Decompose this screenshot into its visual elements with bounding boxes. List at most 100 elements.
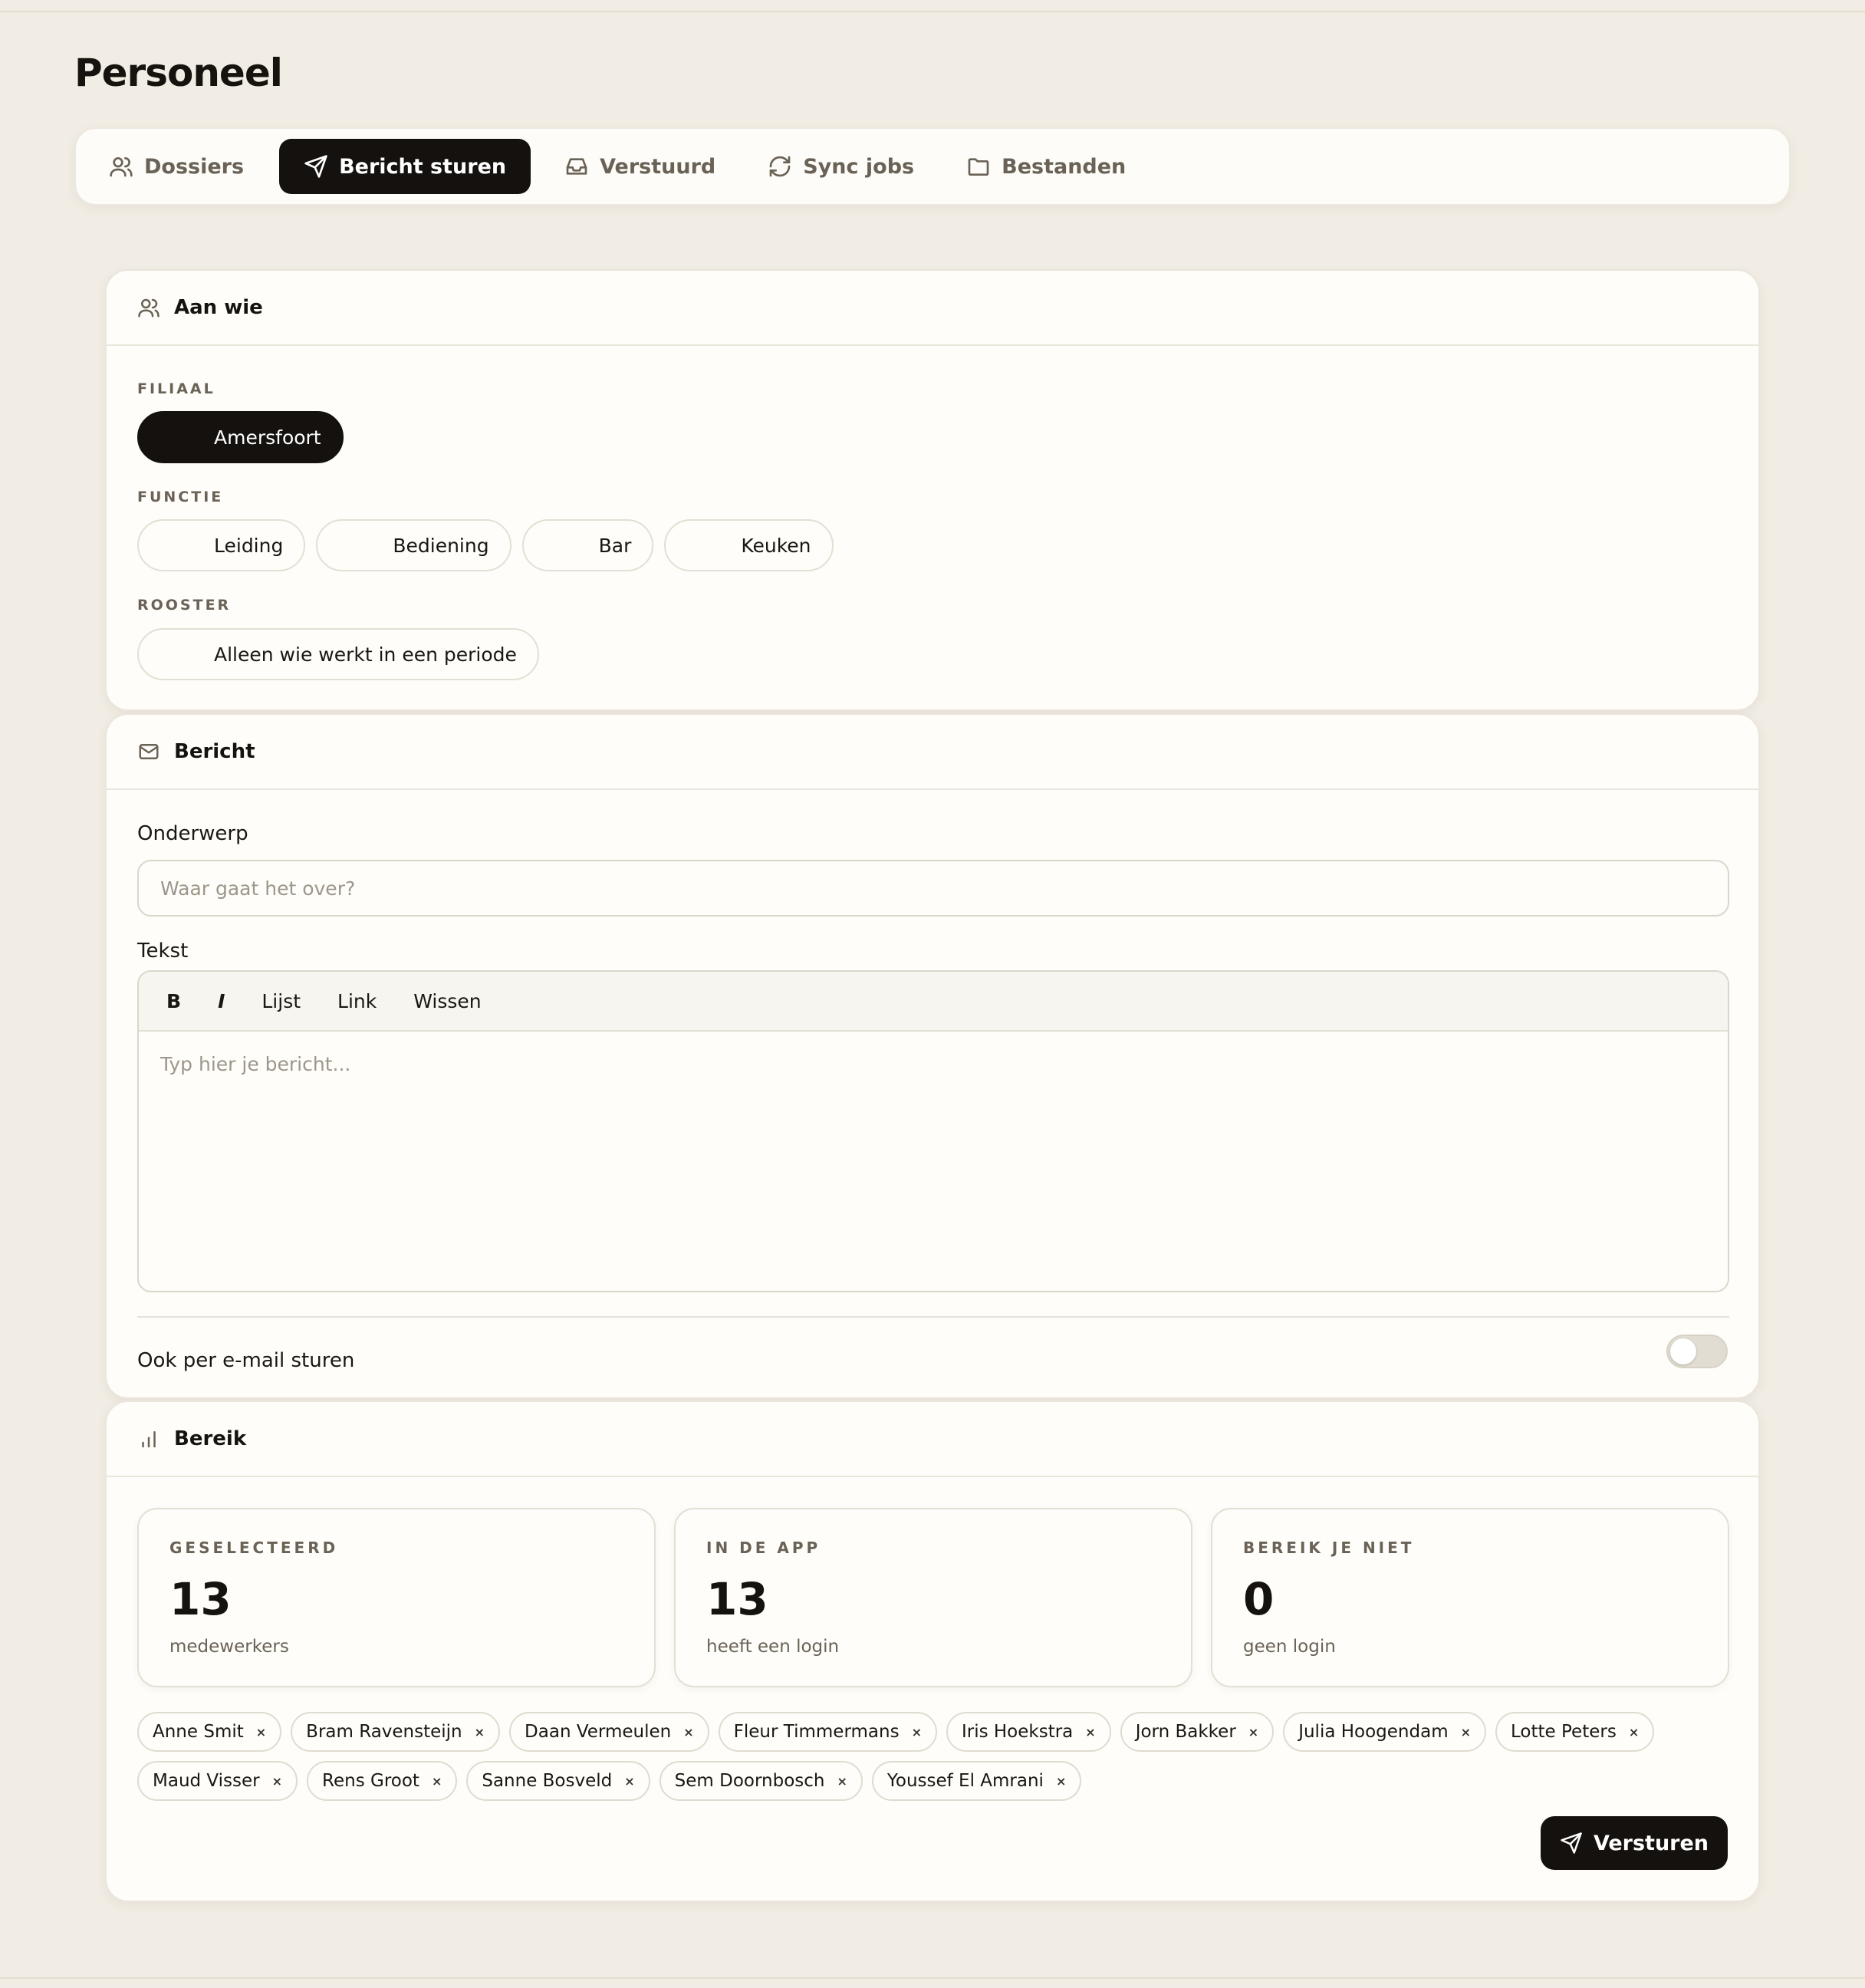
subject-label: Onderwerp xyxy=(137,822,248,845)
tab-label: Dossiers xyxy=(144,154,245,179)
stat-sub: heeft een login xyxy=(706,1637,840,1657)
tab-label: Bericht sturen xyxy=(339,154,507,179)
remove-icon[interactable]: × xyxy=(1085,1725,1095,1740)
subject-input[interactable] xyxy=(137,860,1729,917)
remove-icon[interactable]: × xyxy=(912,1725,922,1740)
send-button[interactable]: Versturen xyxy=(1541,1816,1728,1870)
tag-name: Rens Groot xyxy=(322,1771,419,1791)
stat-value: 13 xyxy=(169,1573,232,1625)
recipient-tag: Bram Ravensteijn × xyxy=(291,1712,501,1752)
send-icon xyxy=(1561,1832,1582,1854)
stat-label: GESELECTEERD xyxy=(169,1539,339,1557)
tag-name: Lotte Peters xyxy=(1511,1722,1617,1742)
stat-sub: geen login xyxy=(1243,1637,1336,1657)
stat-selected: GESELECTEERD 13 medewerkers xyxy=(137,1508,656,1687)
remove-icon[interactable]: × xyxy=(475,1725,485,1740)
tag-name: Iris Hoekstra xyxy=(961,1722,1074,1742)
tag-name: Bram Ravensteijn xyxy=(306,1722,462,1742)
recipient-tag: Julia Hoogendam × xyxy=(1283,1712,1487,1752)
remove-icon[interactable]: × xyxy=(1629,1725,1639,1740)
reach-card: Bereik GESELECTEERD 13 medewerkers IN DE… xyxy=(105,1400,1760,1902)
chip-bar[interactable]: Bar xyxy=(521,519,654,571)
recipient-tag: Jorn Bakker × xyxy=(1120,1712,1275,1752)
recipient-tags: Anne Smit × Bram Ravensteijn × Daan Vermeu… xyxy=(137,1712,1740,1801)
bar-chart-icon xyxy=(142,1431,156,1448)
tag-name: Youssef El Amrani xyxy=(886,1771,1044,1791)
text-label: Tekst xyxy=(137,940,189,963)
message-card-header: Bericht xyxy=(107,715,1758,790)
tab-label: Sync jobs xyxy=(803,154,915,179)
remove-icon[interactable]: × xyxy=(1248,1725,1258,1740)
users-icon xyxy=(138,298,160,318)
schedule-chips: Alleen wie werkt in een periode xyxy=(137,628,539,680)
role-label: FUNCTIE xyxy=(137,489,224,505)
remove-icon[interactable]: × xyxy=(1461,1725,1471,1740)
list-button[interactable]: Lijst xyxy=(261,990,301,1012)
email-toggle[interactable] xyxy=(1666,1335,1728,1368)
remove-icon[interactable]: × xyxy=(1056,1774,1066,1789)
card-title: Aan wie xyxy=(174,296,263,319)
stat-label: IN DE APP xyxy=(706,1539,821,1557)
recipients-card-header: Aan wie xyxy=(107,271,1758,346)
inbox-icon xyxy=(566,158,587,175)
top-border xyxy=(0,11,1865,12)
recipient-tag: Iris Hoekstra × xyxy=(946,1712,1111,1752)
chip-amersfoort[interactable]: Amersfoort xyxy=(137,411,344,463)
recipient-tag: Lotte Peters × xyxy=(1495,1712,1655,1752)
email-toggle-label: Ook per e-mail sturen xyxy=(137,1349,355,1372)
tag-name: Jorn Bakker xyxy=(1135,1722,1236,1742)
recipients-card: Aan wie FILIAAL Amersfoort FUNCTIE Leidi… xyxy=(105,269,1760,711)
remove-icon[interactable]: × xyxy=(256,1725,266,1740)
italic-button[interactable]: I xyxy=(218,990,225,1012)
send-label: Versturen xyxy=(1593,1831,1709,1855)
clear-button[interactable]: Wissen xyxy=(413,990,481,1012)
bold-button[interactable]: B xyxy=(166,990,181,1012)
users-icon xyxy=(110,157,133,177)
tab-bericht-sturen[interactable]: Bericht sturen xyxy=(279,139,531,194)
stat-in-app: IN DE APP 13 heeft een login xyxy=(674,1508,1192,1687)
stat-sub: medewerkers xyxy=(169,1637,289,1657)
reach-card-header: Bereik xyxy=(107,1402,1758,1477)
schedule-label: ROOSTER xyxy=(137,597,232,614)
tag-name: Sem Doornbosch xyxy=(674,1771,825,1791)
role-chips: Leiding Bediening Bar Keuken xyxy=(137,519,834,571)
send-icon xyxy=(304,155,327,178)
tag-name: Fleur Timmermans xyxy=(733,1722,900,1742)
tab-label: Bestanden xyxy=(1002,154,1127,179)
recipient-tag: Sem Doornbosch × xyxy=(659,1761,863,1801)
remove-icon[interactable]: × xyxy=(624,1774,634,1789)
branch-chips: Amersfoort xyxy=(137,411,344,463)
stat-label: BEREIK JE NIET xyxy=(1243,1539,1415,1557)
remove-icon[interactable]: × xyxy=(432,1774,442,1789)
divider xyxy=(137,1316,1729,1318)
chip-schedule-period[interactable]: Alleen wie werkt in een periode xyxy=(137,628,539,680)
tab-dossiers[interactable]: Dossiers xyxy=(109,139,268,194)
toggle-knob xyxy=(1670,1338,1696,1364)
remove-icon[interactable]: × xyxy=(683,1725,693,1740)
tab-bestanden[interactable]: Bestanden xyxy=(942,139,1150,194)
remove-icon[interactable]: × xyxy=(272,1774,282,1789)
branch-label: FILIAAL xyxy=(137,380,215,397)
tab-label: Verstuurd xyxy=(600,154,716,179)
tab-bar: Dossiers Bericht sturen Verstuurd Sync j… xyxy=(74,127,1791,206)
bottom-border xyxy=(0,1977,1865,1988)
stat-unreachable: BEREIK JE NIET 0 geen login xyxy=(1211,1508,1729,1687)
link-button[interactable]: Link xyxy=(337,990,377,1012)
stat-value: 13 xyxy=(706,1573,768,1625)
tab-sync-jobs[interactable]: Sync jobs xyxy=(743,139,939,194)
rich-text-editor: B I Lijst Link Wissen Typ hier je berich… xyxy=(137,970,1729,1292)
recipient-tag: Daan Vermeulen × xyxy=(509,1712,709,1752)
tab-verstuurd[interactable]: Verstuurd xyxy=(540,139,740,194)
card-title: Bereik xyxy=(174,1427,247,1450)
card-title: Bericht xyxy=(174,740,255,763)
tag-name: Julia Hoogendam xyxy=(1298,1722,1449,1742)
remove-icon[interactable]: × xyxy=(837,1774,847,1789)
tag-name: Daan Vermeulen xyxy=(525,1722,672,1742)
chip-leiding[interactable]: Leiding xyxy=(137,519,306,571)
chip-bediening[interactable]: Bediening xyxy=(316,519,511,571)
chip-keuken[interactable]: Keuken xyxy=(664,519,834,571)
message-body-input[interactable]: Typ hier je bericht... xyxy=(139,1032,1728,1097)
message-card: Bericht Onderwerp Tekst B I Lijst Link W… xyxy=(105,713,1760,1399)
stat-value: 0 xyxy=(1243,1573,1275,1625)
page-title: Personeel xyxy=(74,51,283,95)
